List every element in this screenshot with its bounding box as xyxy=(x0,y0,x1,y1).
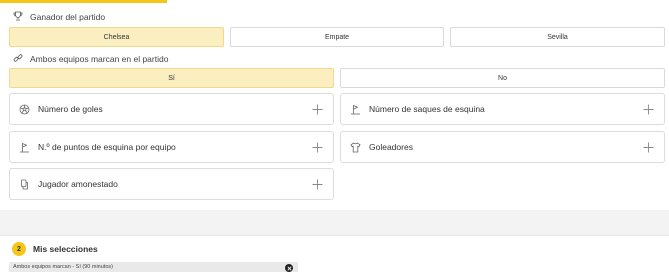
option-sevilla[interactable]: Sevilla xyxy=(450,27,665,47)
option-draw[interactable]: Empate xyxy=(230,27,444,47)
corner-flag-icon xyxy=(19,142,30,153)
plus-icon[interactable] xyxy=(643,104,654,115)
market-corners-per-team[interactable]: N.º de puntos de esquina por equipo xyxy=(9,131,334,163)
selection-label: Ambos equipos marcan - Sí (90 minutos) xyxy=(13,264,113,270)
market-label: Goleadores xyxy=(369,142,413,152)
option-label: Sevilla xyxy=(547,33,568,41)
jersey-icon xyxy=(350,141,361,153)
option-chelsea[interactable]: Chelsea xyxy=(9,27,224,47)
section-label: Ganador del partido xyxy=(30,12,106,22)
remove-selection-button[interactable] xyxy=(285,264,293,272)
both-teams-score-title: Ambos equipos marcan en el partido xyxy=(13,52,168,66)
section-label: Ambos equipos marcan en el partido xyxy=(30,54,169,64)
corner-flag-icon xyxy=(350,104,361,115)
selection-item: Ambos equipos marcan - Sí (90 minutos) xyxy=(9,262,298,272)
football-icon xyxy=(19,104,30,115)
option-label: Chelsea xyxy=(103,33,130,41)
market-label: Jugador amonestado xyxy=(38,179,118,189)
option-no[interactable]: No xyxy=(340,68,665,88)
option-label: Empate xyxy=(324,33,350,41)
active-tab-indicator xyxy=(0,0,167,3)
market-goalscorers[interactable]: Goleadores xyxy=(340,131,665,163)
option-label: Sí xyxy=(168,74,175,82)
close-icon xyxy=(286,265,292,271)
plus-icon[interactable] xyxy=(312,142,323,153)
market-number-of-corners[interactable]: Número de saques de esquina xyxy=(340,93,665,125)
my-selections-title: Mis selecciones xyxy=(33,244,98,254)
option-yes[interactable]: Sí xyxy=(9,68,334,88)
selections-count-badge: 2 xyxy=(12,242,26,256)
card-icon xyxy=(19,179,30,190)
market-number-of-goals[interactable]: Número de goles xyxy=(9,93,334,125)
match-winner-title: Ganador del partido xyxy=(13,10,105,24)
market-label: Número de saques de esquina xyxy=(369,104,485,114)
market-label: N.º de puntos de esquina por equipo xyxy=(38,142,176,152)
plus-icon[interactable] xyxy=(312,179,323,190)
link-icon xyxy=(13,53,23,65)
market-label: Número de goles xyxy=(38,104,103,114)
market-booked-player[interactable]: Jugador amonestado xyxy=(9,168,334,200)
both-teams-score-options: Sí No xyxy=(9,68,665,88)
match-winner-options: Chelsea Empate Sevilla xyxy=(9,27,665,47)
my-selections-header: 2 Mis selecciones xyxy=(12,242,98,256)
option-label: No xyxy=(498,74,507,82)
plus-icon[interactable] xyxy=(312,104,323,115)
trophy-icon xyxy=(13,11,23,23)
plus-icon[interactable] xyxy=(643,142,654,153)
